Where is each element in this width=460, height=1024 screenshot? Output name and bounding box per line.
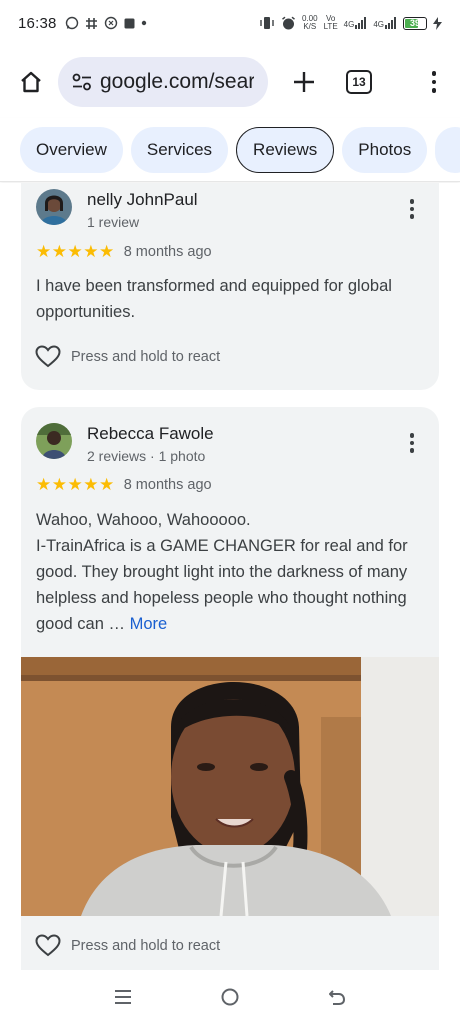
review-rating: ★★★★★ 8 months ago bbox=[36, 242, 212, 262]
chip-services[interactable]: Services bbox=[130, 126, 229, 173]
back-button[interactable] bbox=[317, 977, 357, 1017]
signal-1-label: 4G bbox=[343, 20, 355, 29]
reviewer-meta: 1 review bbox=[87, 214, 140, 230]
review-time: 8 months ago bbox=[123, 477, 212, 493]
browser-menu-button[interactable] bbox=[422, 71, 446, 93]
signal-bars-icon bbox=[385, 17, 396, 29]
review-photo[interactable] bbox=[21, 657, 439, 916]
reviewer-name[interactable]: nelly JohnPaul bbox=[87, 189, 198, 211]
review-text: I have been transformed and equipped for… bbox=[36, 277, 392, 321]
status-notification-icons bbox=[65, 16, 147, 30]
home-icon bbox=[21, 71, 41, 93]
tab-switcher-button[interactable]: 13 bbox=[346, 70, 372, 94]
site-settings-button[interactable] bbox=[72, 73, 92, 91]
status-time: 16:38 bbox=[18, 14, 57, 32]
home-button[interactable] bbox=[14, 65, 48, 99]
reviewer-header: Rebecca Fawole 2 reviews · 1 photo bbox=[36, 423, 214, 466]
reviewer-meta: 2 reviews · 1 photo bbox=[87, 448, 206, 464]
react-button[interactable]: Press and hold to react bbox=[35, 345, 220, 368]
review-options-button[interactable] bbox=[409, 433, 415, 453]
review-time: 8 months ago bbox=[123, 244, 212, 260]
avatar[interactable] bbox=[36, 189, 72, 225]
nav-home-icon bbox=[221, 988, 239, 1006]
url-text: google.com/search bbox=[100, 70, 254, 93]
recents-icon bbox=[115, 990, 132, 1004]
reviews-feed[interactable]: nelly JohnPaul 1 review ★★★★★ 8 months a… bbox=[0, 183, 460, 970]
slack-icon bbox=[85, 17, 97, 29]
reviewer-name[interactable]: Rebecca Fawole bbox=[87, 423, 214, 445]
signal-strength-2: 4G bbox=[373, 17, 397, 29]
signal-strength-1: 4G bbox=[344, 17, 368, 29]
chip-overview[interactable]: Overview bbox=[20, 126, 123, 173]
heart-outline-icon bbox=[35, 345, 61, 368]
network-speed-unit: K/S bbox=[303, 22, 317, 31]
new-tab-icon bbox=[294, 72, 314, 92]
whatsapp-icon bbox=[65, 16, 78, 30]
tab-count: 13 bbox=[352, 75, 366, 89]
chip-label: Services bbox=[146, 139, 213, 159]
system-navigation-bar bbox=[0, 970, 460, 1024]
volte-bottom: LTE bbox=[323, 22, 338, 31]
star-rating: ★★★★★ bbox=[36, 242, 115, 261]
browser-toolbar: google.com/search 13 bbox=[0, 46, 460, 118]
review-text-line: Wahoo, Wahooo, Wahooooo. bbox=[36, 511, 251, 529]
reviewer-header: nelly JohnPaul 1 review bbox=[36, 189, 198, 232]
signal-bars-icon bbox=[355, 17, 367, 29]
section-chip-row: Overview Services Reviews Photos bbox=[0, 118, 460, 182]
chip-label: Photos bbox=[358, 139, 412, 159]
react-label: Press and hold to react bbox=[71, 937, 221, 954]
viber-icon bbox=[104, 16, 117, 30]
chip-reviews[interactable]: Reviews bbox=[236, 126, 335, 173]
review-options-button[interactable] bbox=[409, 199, 415, 219]
review-text-rest: I-TrainAfrica is a GAME CHANGER for real… bbox=[36, 537, 408, 633]
back-icon bbox=[328, 990, 345, 1005]
chip-more[interactable] bbox=[435, 126, 460, 173]
address-bar[interactable]: google.com/search bbox=[58, 57, 268, 107]
status-bar: 16:38 0.00 K/S Vo LTE 4G 4G 39 bbox=[0, 0, 460, 46]
vibrate-icon bbox=[260, 17, 274, 29]
battery-level: 39 bbox=[409, 18, 420, 28]
star-rating: ★★★★★ bbox=[36, 475, 115, 494]
signal-2-label: 4G bbox=[373, 20, 384, 29]
recents-button[interactable] bbox=[103, 977, 143, 1017]
network-speed: 0.00 K/S bbox=[302, 15, 318, 31]
heart-outline-icon bbox=[35, 934, 61, 957]
status-system-icons: 0.00 K/S Vo LTE 4G 4G 39 bbox=[259, 15, 442, 31]
site-settings-icon bbox=[72, 73, 91, 91]
battery-indicator: 39 bbox=[403, 16, 427, 30]
react-label: Press and hold to react bbox=[71, 348, 221, 365]
review-card: Rebecca Fawole 2 reviews · 1 photo ★★★★★… bbox=[21, 407, 439, 970]
notification-dot-icon bbox=[141, 20, 146, 26]
new-tab-button[interactable] bbox=[284, 62, 324, 102]
react-button[interactable]: Press and hold to react bbox=[35, 934, 220, 957]
charging-bolt-icon bbox=[433, 16, 442, 30]
avatar[interactable] bbox=[36, 423, 72, 459]
chip-label: Overview bbox=[36, 139, 107, 159]
nav-home-button[interactable] bbox=[210, 977, 250, 1017]
more-link[interactable]: More bbox=[130, 615, 168, 633]
review-text: Wahoo, Wahooo, Wahooooo. I-TrainAfrica i… bbox=[36, 507, 431, 637]
chip-label: Reviews bbox=[253, 139, 318, 159]
alarm-icon bbox=[282, 16, 295, 29]
volte-indicator: Vo LTE bbox=[324, 15, 338, 31]
chip-photos[interactable]: Photos bbox=[342, 126, 428, 173]
stop-square-icon bbox=[124, 18, 135, 28]
review-card: nelly JohnPaul 1 review ★★★★★ 8 months a… bbox=[21, 183, 439, 390]
review-rating: ★★★★★ 8 months ago bbox=[36, 475, 212, 495]
